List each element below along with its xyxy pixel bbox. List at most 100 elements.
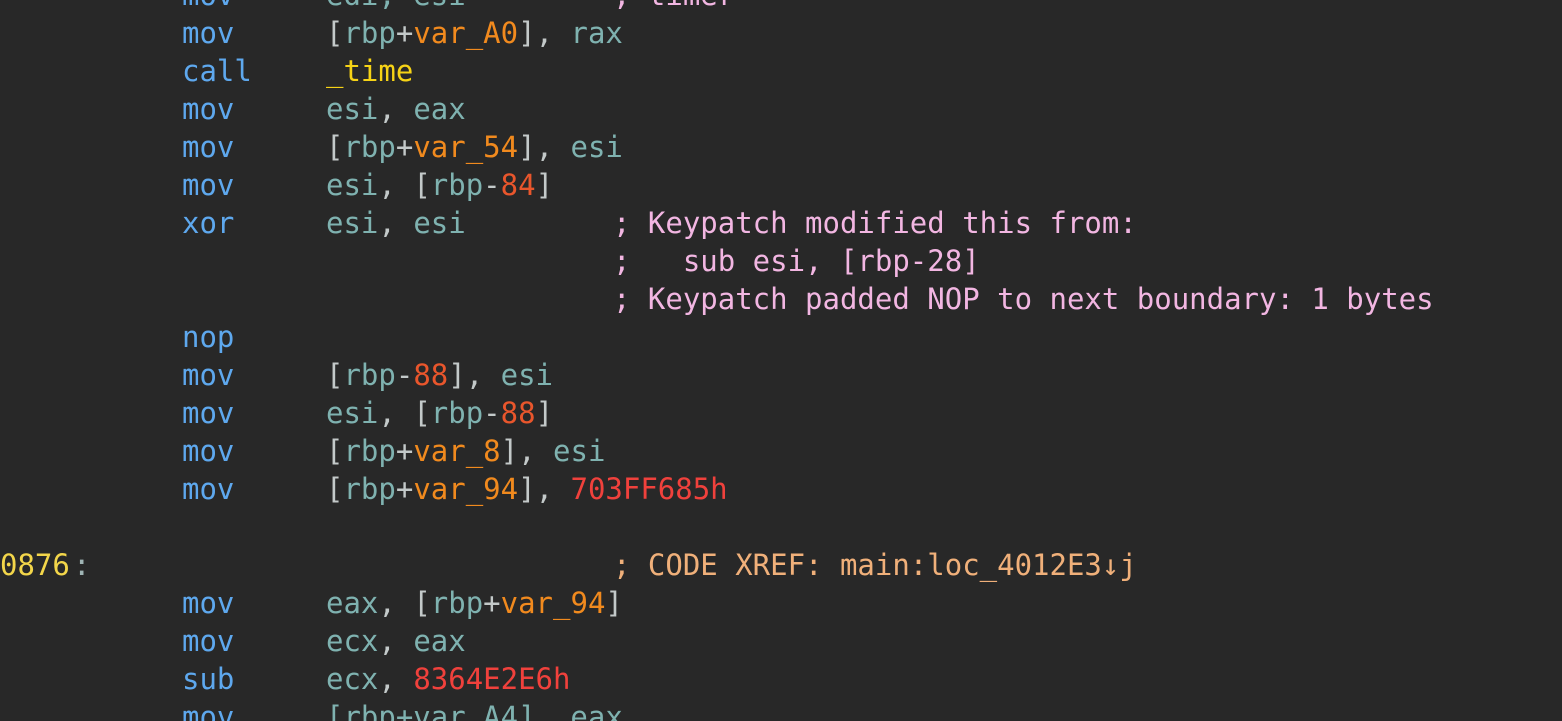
register[interactable]: esi [553,434,605,468]
punctuation: , [378,624,414,658]
punctuation: + [483,586,501,620]
stack-variable[interactable]: var_94 [413,472,518,506]
punctuation: , [378,586,414,620]
punctuation: ] [535,168,554,202]
mnemonic[interactable]: mov [182,622,234,660]
offset-number[interactable]: 88 [413,358,448,392]
mnemonic[interactable]: mov [182,698,234,721]
operands: [rbp+var_54], esi [326,128,623,166]
register[interactable]: rbp [343,130,395,164]
comment: ; Keypatch modified this from: [613,206,1137,240]
function-name[interactable]: _time [326,54,413,88]
mnemonic[interactable]: sub [182,660,234,698]
operands: _time [326,52,413,90]
operands: ecx, 8364E2E6h [326,660,570,698]
mnemonic[interactable]: mov [182,432,234,470]
register[interactable]: rbp [343,358,395,392]
register[interactable]: rbp [431,586,483,620]
register[interactable]: esi [326,168,378,202]
mnemonic[interactable]: mov [182,128,234,166]
operands[interactable]: [rbp+var_A4], eax [326,698,623,721]
mnemonic[interactable]: nop [182,318,234,356]
register[interactable]: rbp [431,168,483,202]
offset-number[interactable]: 88 [501,396,536,430]
punctuation: , [465,358,501,392]
punctuation: , [535,16,571,50]
hex-constant[interactable]: 8364E2E6h [413,662,570,696]
register[interactable]: esi [413,206,465,240]
register[interactable]: esi [326,396,378,430]
punctuation: , [378,168,414,202]
punctuation: [ [326,472,344,506]
code-label[interactable]: 0876 [0,546,70,584]
operands: esi, [rbp-88] [326,394,553,432]
mnemonic[interactable]: mov [182,14,234,52]
punctuation: [ [326,16,344,50]
label-colon: : [73,548,91,582]
punctuation: + [395,434,414,468]
punctuation: ] [605,586,623,620]
punctuation: ] [448,358,466,392]
punctuation: [ [326,130,344,164]
mnemonic[interactable]: mov [182,470,234,508]
punctuation: [ [413,168,431,202]
punctuation: ] [535,396,554,430]
register[interactable]: rbp [343,472,395,506]
punctuation: - [483,168,501,202]
hex-constant[interactable]: 703FF685h [570,472,727,506]
operands: esi, [rbp-84] [326,166,553,204]
mnemonic[interactable]: mov [182,90,234,128]
register[interactable]: esi [570,130,622,164]
punctuation: [ [413,396,431,430]
punctuation: , [378,206,414,240]
mnemonic[interactable]: mov [182,394,234,432]
partial-top-line: mov edi, esi ; timer [0,0,735,14]
register[interactable]: eax [326,586,378,620]
operands: esi, esi [326,204,466,242]
punctuation: + [395,130,414,164]
comment: ; sub esi, [rbp-28] [613,244,980,278]
mnemonic[interactable]: mov [182,584,234,622]
punctuation: + [395,472,414,506]
register[interactable]: esi [501,358,553,392]
punctuation: + [395,16,414,50]
mnemonic[interactable]: call [182,52,252,90]
operands: eax, [rbp+var_94] [326,584,623,622]
stack-variable[interactable]: var_94 [501,586,606,620]
mnemonic[interactable]: xor [182,204,234,242]
punctuation: - [483,396,501,430]
register[interactable]: rbp [431,396,483,430]
operands: [rbp+var_8], esi [326,432,605,470]
comment: ; timer [613,0,735,14]
register[interactable]: ecx [326,624,378,658]
operands[interactable]: edi, esi [326,0,466,14]
xref-comment[interactable]: ; CODE XREF: main:loc_4012E3↓j [613,546,1137,584]
register[interactable]: esi [326,92,378,126]
disassembly-listing: mov edi, esi ; timer mov[rbp+var_A0], ra… [0,0,1562,721]
punctuation: , [535,130,571,164]
punctuation: ] [518,472,536,506]
register[interactable]: ecx [326,662,378,696]
operands: [rbp-88], esi [326,356,553,394]
punctuation: ] [518,16,536,50]
mnemonic[interactable]: mov [182,0,234,14]
offset-number[interactable]: 84 [501,168,536,202]
mnemonic[interactable]: mov [182,356,234,394]
register[interactable]: eax [413,624,465,658]
mnemonic[interactable]: mov [182,166,234,204]
register[interactable]: rbp [343,434,395,468]
punctuation: [ [326,358,344,392]
register[interactable]: rbp [343,16,395,50]
comment: ; Keypatch padded NOP to next boundary: … [613,282,1434,316]
partial-bottom-line: mov [rbp+var_A4], eax [0,698,623,721]
punctuation: ] [518,130,536,164]
stack-variable[interactable]: var_54 [413,130,518,164]
punctuation: ] [500,434,519,468]
stack-variable[interactable]: var_A0 [413,16,518,50]
punctuation: [ [413,586,431,620]
register[interactable]: esi [326,206,378,240]
register[interactable]: rax [570,16,622,50]
punctuation: , [535,472,571,506]
register[interactable]: eax [413,92,465,126]
stack-variable[interactable]: var_8 [413,434,500,468]
